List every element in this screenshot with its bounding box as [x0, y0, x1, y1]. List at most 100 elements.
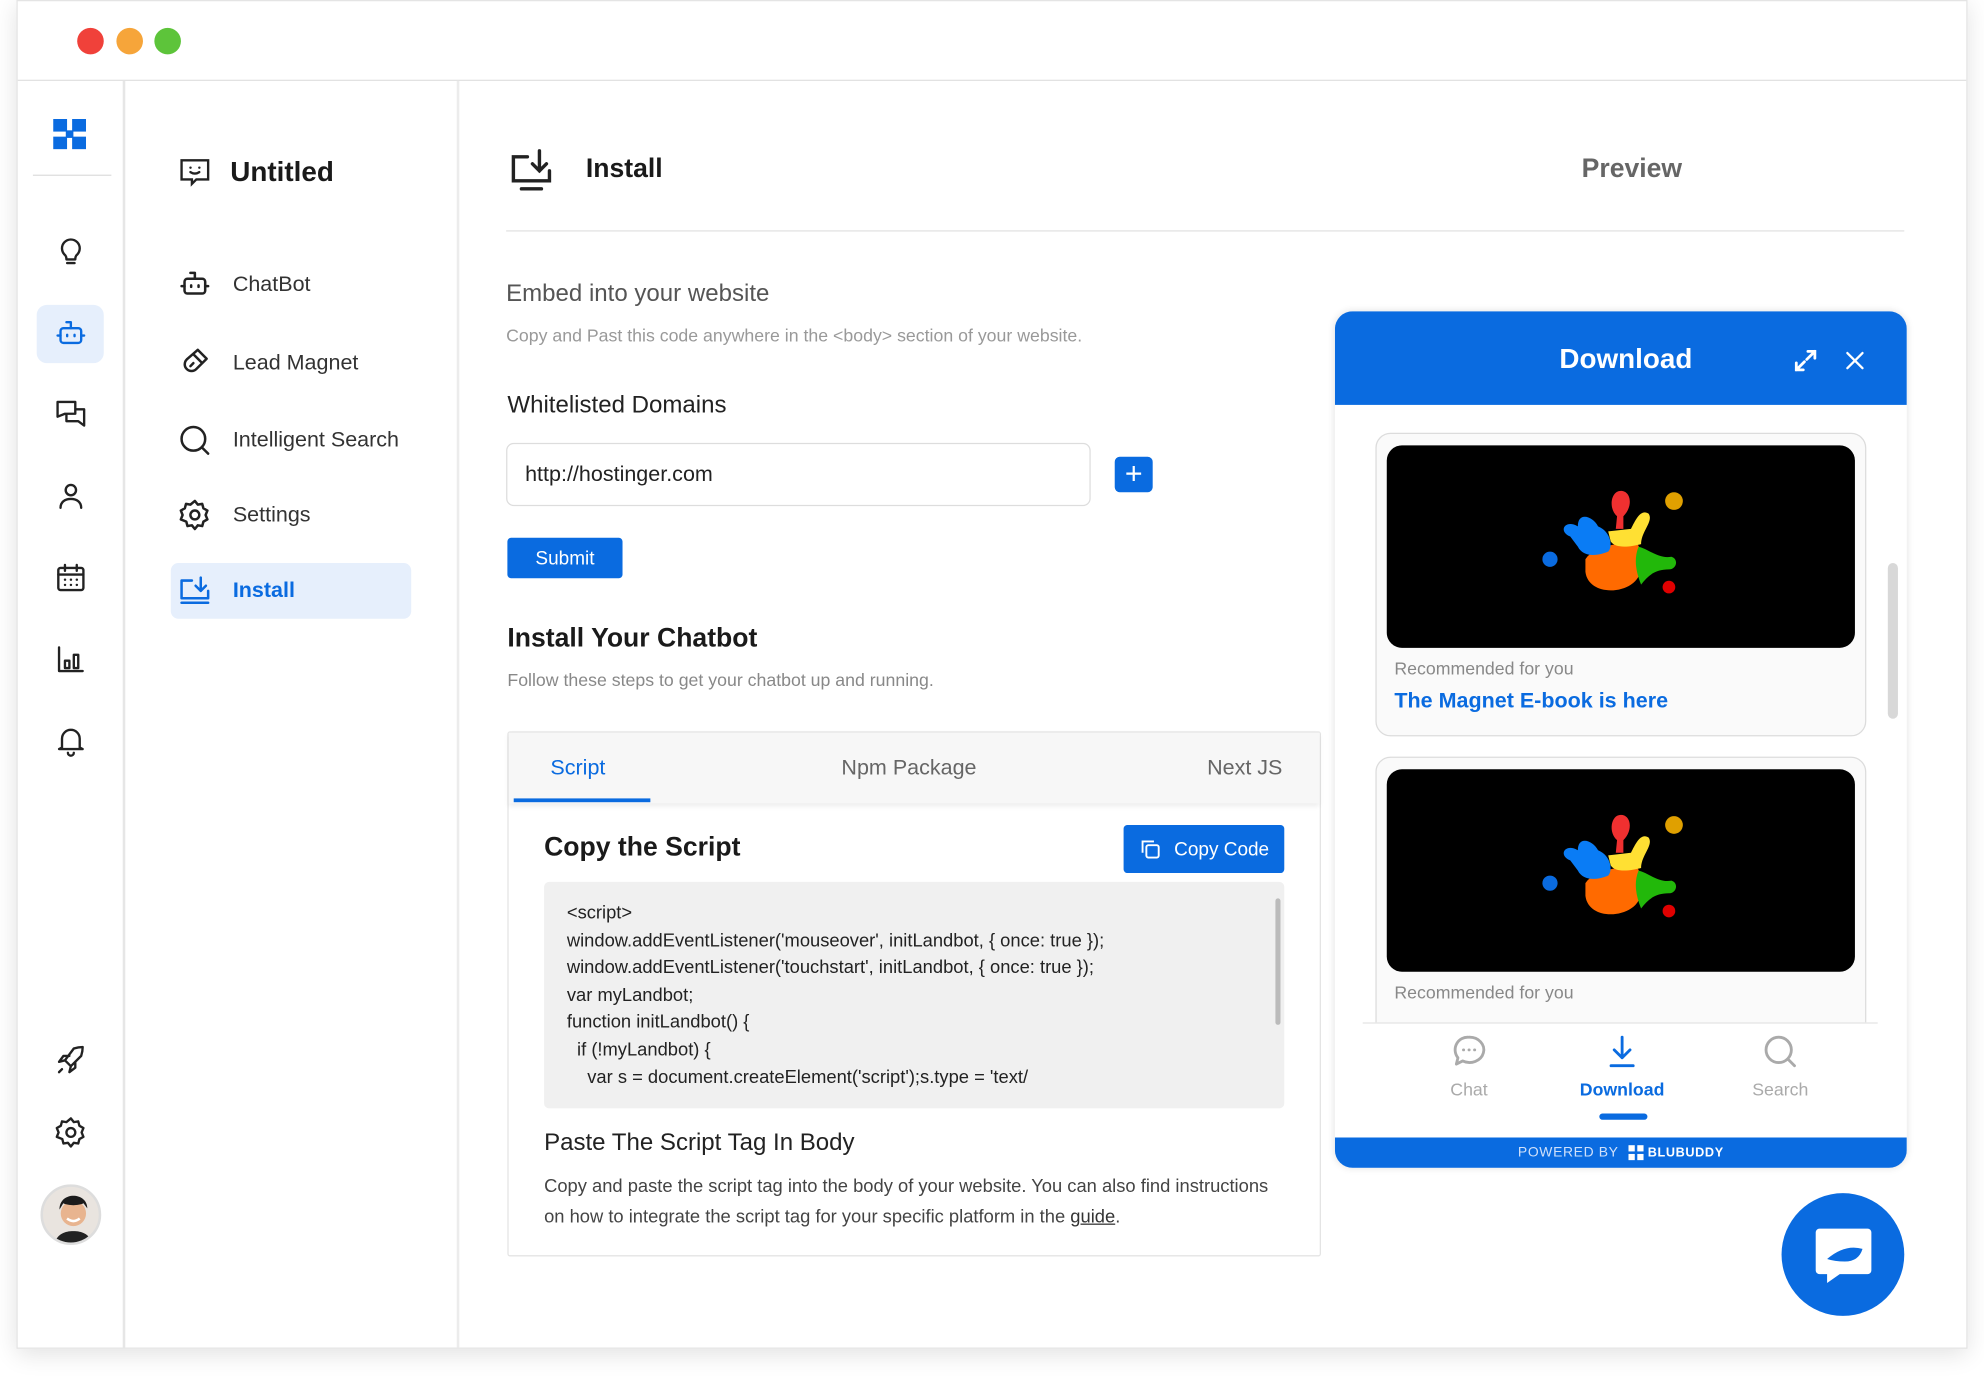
active-nav-indicator — [1599, 1113, 1648, 1120]
rail-analytics[interactable] — [37, 630, 104, 688]
search-icon — [1764, 1035, 1796, 1068]
paint-splash-image — [1542, 490, 1683, 594]
bar-chart-icon — [57, 646, 84, 673]
bell-icon — [57, 728, 84, 757]
app-logo-icon[interactable] — [53, 118, 87, 150]
embed-title: Embed into your website — [506, 280, 770, 308]
widget-header: Download — [1334, 311, 1907, 405]
close-icon[interactable] — [1844, 349, 1867, 372]
preview-title: Preview — [1581, 154, 1683, 184]
widget-nav-search[interactable]: Search — [1717, 1032, 1844, 1100]
sidebar-item-lead-magnet[interactable]: Lead Magnet — [171, 335, 411, 391]
sidebar-item-label: Settings — [232, 502, 311, 527]
chat-widget-preview: Download Recommended for you The Magnet … — [1334, 311, 1907, 1168]
active-tab-indicator — [513, 798, 651, 803]
lead-magnet-card[interactable]: Recommended for you — [1375, 756, 1867, 1023]
rail-ideas[interactable] — [37, 221, 104, 279]
download-icon — [1609, 1035, 1635, 1068]
sidebar-item-label: Lead Magnet — [232, 350, 359, 375]
powered-by-bar[interactable]: POWERED BY BLUBUDDY — [1334, 1137, 1907, 1168]
guide-link[interactable]: guide — [1070, 1207, 1115, 1227]
nav-label: Search — [1752, 1079, 1809, 1100]
card-image — [1386, 445, 1855, 648]
rail-settings[interactable] — [37, 1103, 104, 1161]
title-bar — [17, 1, 1967, 81]
embed-subtitle: Copy and Past this code anywhere in the … — [506, 325, 1083, 346]
rail-notifications[interactable] — [37, 711, 104, 769]
robot-icon — [180, 271, 210, 295]
widget-scrollbar[interactable] — [1887, 563, 1898, 719]
chat-bubble-icon — [1815, 1228, 1872, 1284]
divider — [32, 174, 112, 176]
chat-bubbles-icon — [55, 400, 85, 427]
rail-chatbot[interactable] — [36, 304, 104, 364]
copy-code-button[interactable]: Copy Code — [1123, 824, 1285, 874]
sidebar-item-settings[interactable]: Settings — [171, 487, 411, 543]
plus-icon: + — [1124, 456, 1143, 491]
rail-launch[interactable] — [37, 1031, 104, 1089]
code-block[interactable]: <script> window.addEventListener('mouseo… — [544, 881, 1285, 1109]
code-scrollbar[interactable] — [1275, 898, 1281, 1025]
rocket-icon — [57, 1045, 84, 1074]
card-label: Recommended for you — [1394, 981, 1574, 1003]
icon-rail — [18, 80, 126, 1348]
whitelist-label: Whitelisted Domains — [507, 392, 727, 419]
lightbulb-icon — [60, 238, 81, 265]
tab-npm-package[interactable]: Npm Package — [841, 755, 976, 780]
paste-text: Copy and paste the script tag into the b… — [544, 1172, 1278, 1233]
brand-name: BLUBUDDY — [1647, 1145, 1724, 1160]
rail-users[interactable] — [37, 467, 104, 525]
user-icon — [58, 483, 82, 509]
nav-divider — [1362, 1022, 1878, 1024]
nav-label: Download — [1579, 1079, 1665, 1100]
minimize-window-button[interactable] — [116, 27, 143, 55]
sidebar-item-install[interactable]: Install — [170, 563, 412, 619]
copy-icon — [1141, 840, 1160, 859]
magnet-icon — [183, 348, 208, 373]
widget-nav-download[interactable]: Download — [1559, 1032, 1686, 1100]
copy-script-title: Copy the Script — [544, 832, 741, 862]
chat-icon — [1453, 1035, 1486, 1066]
domain-input[interactable] — [506, 442, 1091, 507]
powered-by-label: POWERED BY — [1517, 1145, 1619, 1161]
add-domain-button[interactable]: + — [1114, 456, 1153, 493]
widget-title: Download — [1559, 342, 1693, 375]
maximize-window-button[interactable] — [154, 27, 181, 55]
tab-script[interactable]: Script — [550, 755, 605, 780]
gear-icon — [55, 1117, 84, 1148]
paste-text-body: Copy and paste the script tag into the b… — [544, 1176, 1269, 1228]
submit-button[interactable]: Submit — [507, 537, 623, 579]
sidebar-item-chatbot[interactable]: ChatBot — [171, 257, 411, 313]
copy-code-label: Copy Code — [1174, 838, 1270, 860]
install-title: Install Your Chatbot — [507, 623, 758, 653]
widget-nav-chat[interactable]: Chat — [1406, 1032, 1533, 1100]
sidebar-item-label: Intelligent Search — [232, 427, 400, 452]
avatar[interactable] — [40, 1184, 102, 1246]
rail-conversations[interactable] — [37, 385, 104, 443]
secondary-sidebar: Untitled ChatBot Lead Magnet Intelligent… — [125, 80, 460, 1348]
project-title: Untitled — [230, 155, 334, 188]
calendar-icon — [56, 563, 84, 592]
card-label: Recommended for you — [1394, 657, 1574, 679]
close-window-button[interactable] — [77, 27, 104, 55]
robot-icon — [55, 321, 85, 345]
card-image — [1386, 769, 1855, 972]
install-icon — [511, 149, 552, 191]
expand-icon[interactable] — [1792, 347, 1820, 375]
paint-splash-image — [1542, 814, 1683, 918]
lead-magnet-card[interactable]: Recommended for you The Magnet E-book is… — [1375, 432, 1867, 737]
tab-bar: Script Npm Package Next JS — [508, 732, 1320, 804]
page-title: Install — [585, 154, 663, 184]
sidebar-item-intelligent-search[interactable]: Intelligent Search — [171, 412, 411, 468]
sidebar-item-label: Install — [232, 578, 295, 603]
tab-next-js[interactable]: Next JS — [1207, 755, 1282, 780]
card-title[interactable]: The Magnet E-book is here — [1394, 688, 1668, 713]
chat-launcher-button[interactable] — [1781, 1193, 1905, 1316]
paste-text-end: . — [1115, 1207, 1121, 1228]
install-icon — [180, 576, 210, 604]
rail-calendar[interactable] — [37, 549, 104, 607]
blubuddy-logo-icon — [1628, 1145, 1644, 1161]
chatbot-face-icon — [180, 159, 210, 187]
install-subtitle: Follow these steps to get your chatbot u… — [507, 669, 934, 690]
paste-title: Paste The Script Tag In Body — [544, 1129, 855, 1157]
